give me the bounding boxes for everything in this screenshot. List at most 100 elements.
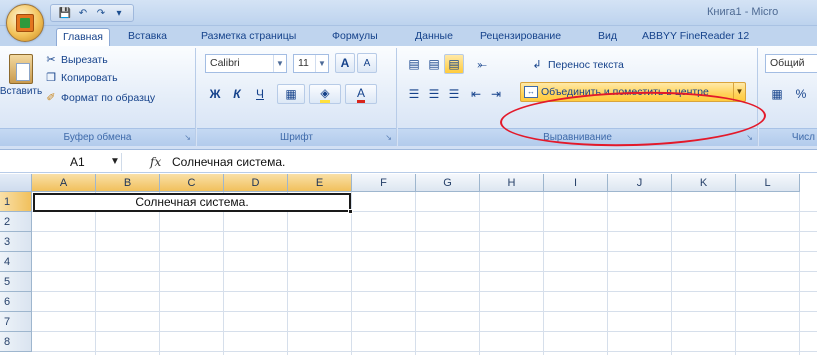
align-center-icon[interactable]: ☰ (424, 84, 444, 104)
row-header-4[interactable]: 4 (0, 252, 32, 272)
cut-button[interactable]: ✂ Вырезать (44, 52, 107, 69)
tab-formulas[interactable]: Формулы (326, 28, 384, 46)
font-name-combo[interactable]: Calibri ▼ (205, 54, 287, 73)
quick-access-toolbar: 💾 ↶ ↷ ▾ (50, 4, 134, 22)
copy-label: Копировать (61, 72, 118, 84)
column-header-c[interactable]: C (160, 174, 224, 192)
number-group: Общий ▦ % Числ (759, 48, 817, 146)
redo-icon[interactable]: ↷ (93, 6, 109, 20)
increase-indent-icon[interactable]: ⇥ (486, 84, 506, 104)
italic-button[interactable]: К (227, 84, 247, 104)
merge-cells-icon: ↔ (524, 86, 538, 98)
formula-input[interactable]: Солнечная система. (170, 153, 810, 171)
accounting-format-icon[interactable]: ▦ (765, 84, 789, 104)
grow-font-label: A (340, 56, 350, 70)
font-size-combo[interactable]: 11 ▼ (293, 54, 329, 73)
underline-button[interactable]: Ч (249, 84, 271, 104)
column-header-f[interactable]: F (352, 174, 416, 192)
tab-home[interactable]: Главная (56, 28, 110, 46)
tab-data[interactable]: Данные (409, 28, 459, 46)
bold-button[interactable]: Ж (205, 84, 225, 104)
dialog-launcher-icon[interactable]: ↘ (746, 133, 753, 142)
number-format-value: Общий (770, 57, 805, 69)
group-label-font: Шрифт (197, 128, 396, 146)
align-right-icon[interactable]: ☰ (444, 84, 464, 104)
row-header-8[interactable]: 8 (0, 332, 32, 352)
wrap-text-button[interactable]: ↲ Перенос текста (530, 56, 624, 74)
decrease-indent-icon[interactable]: ⇤ (466, 84, 486, 104)
grid-hline (32, 311, 817, 312)
select-all-corner[interactable] (0, 174, 32, 192)
align-top-icon[interactable]: ▤ (404, 54, 424, 74)
merge-center-button[interactable]: ↔ Объединить и поместить в центре ▼ (520, 82, 746, 102)
tab-insert[interactable]: Вставка (122, 28, 173, 46)
row-header-7[interactable]: 7 (0, 312, 32, 332)
row-header-2[interactable]: 2 (0, 212, 32, 232)
row-header-5[interactable]: 5 (0, 272, 32, 292)
shrink-font-button[interactable]: A (357, 53, 377, 73)
row-header-6[interactable]: 6 (0, 292, 32, 312)
merge-center-label: Объединить и поместить в центре (541, 86, 709, 98)
merged-cell-a1-e1[interactable]: Солнечная система. (33, 193, 351, 212)
format-painter-label: Формат по образцу (61, 92, 156, 104)
shrink-font-label: A (363, 57, 371, 69)
undo-icon[interactable]: ↶ (75, 6, 91, 20)
ribbon-tabs: Главная Вставка Разметка страницы Формул… (0, 26, 817, 46)
scissors-icon: ✂ (46, 54, 56, 66)
column-header-l[interactable]: L (736, 174, 800, 192)
font-name-value: Calibri (210, 57, 240, 69)
grow-font-button[interactable]: A (335, 53, 355, 73)
paste-button[interactable]: Вставить (0, 54, 42, 114)
column-header-b[interactable]: B (96, 174, 160, 192)
tab-page-layout[interactable]: Разметка страницы (195, 28, 302, 46)
tab-abbyy[interactable]: ABBYY FineReader 12 (636, 28, 755, 46)
ribbon: Вставить ✂ Вырезать ❐ Копировать ✐ Форма… (0, 46, 817, 150)
dialog-launcher-icon[interactable]: ↘ (385, 133, 392, 142)
tab-review[interactable]: Рецензирование (474, 28, 567, 46)
window-title: Книга1 - Micro (707, 6, 779, 18)
format-painter-button[interactable]: ✐ Формат по образцу (44, 90, 155, 107)
fx-icon[interactable]: fx (150, 153, 161, 171)
borders-button[interactable]: ▦ (277, 84, 305, 104)
copy-button[interactable]: ❐ Копировать (44, 70, 118, 87)
column-header-h[interactable]: H (480, 174, 544, 192)
column-header-d[interactable]: D (224, 174, 288, 192)
office-button[interactable] (6, 4, 44, 42)
orientation-icon[interactable]: ⤜ (468, 54, 496, 74)
align-left-icon[interactable]: ☰ (404, 84, 424, 104)
grid-hline (32, 331, 817, 332)
qat-dropdown-icon[interactable]: ▾ (111, 6, 127, 20)
borders-icon: ▦ (285, 87, 297, 101)
name-box[interactable]: A1 (30, 153, 122, 171)
font-color-button[interactable]: A (345, 84, 377, 104)
worksheet-grid[interactable]: ABCDEFGHIJKL 12345678 Солнечная система. (0, 174, 817, 355)
tab-view[interactable]: Вид (592, 28, 623, 46)
grid-hline (32, 231, 817, 232)
brush-icon: ✐ (46, 92, 56, 104)
align-bottom-icon[interactable]: ▤ (444, 54, 464, 74)
wrap-text-label: Перенос текста (548, 59, 624, 71)
group-label-clipboard: Буфер обмена (0, 128, 195, 146)
column-header-k[interactable]: K (672, 174, 736, 192)
save-icon[interactable]: 💾 (57, 6, 73, 20)
chevron-down-icon[interactable]: ▼ (110, 153, 120, 171)
row-header-1[interactable]: 1 (0, 192, 32, 212)
fill-color-button[interactable]: ◈ (309, 84, 341, 104)
column-header-i[interactable]: I (544, 174, 608, 192)
font-size-value: 11 (298, 57, 309, 69)
percent-button[interactable]: % (791, 84, 811, 104)
office-logo-icon (16, 14, 34, 32)
column-header-a[interactable]: A (32, 174, 96, 192)
chevron-down-icon[interactable]: ▼ (733, 83, 745, 101)
column-header-e[interactable]: E (288, 174, 352, 192)
column-header-j[interactable]: J (608, 174, 672, 192)
fill-color-icon: ◈ (320, 86, 330, 103)
paste-icon (9, 54, 33, 84)
column-header-g[interactable]: G (416, 174, 480, 192)
align-middle-icon[interactable]: ▤ (424, 54, 444, 74)
title-bar: 💾 ↶ ↷ ▾ Книга1 - Micro (0, 0, 817, 42)
fill-handle[interactable] (348, 209, 353, 214)
number-format-combo[interactable]: Общий (765, 54, 817, 73)
dialog-launcher-icon[interactable]: ↘ (184, 133, 191, 142)
row-header-3[interactable]: 3 (0, 232, 32, 252)
